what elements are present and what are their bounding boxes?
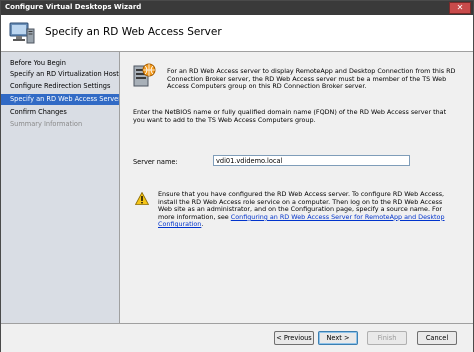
close-button[interactable]: ✕ <box>449 2 471 14</box>
next-button[interactable]: Next > <box>318 331 358 345</box>
wizard-steps-sidebar: Before You Begin Specify an RD Virtualiz… <box>1 52 120 323</box>
wizard-footer: < Previous Next > Finish Cancel <box>1 323 473 352</box>
wizard-computer-icon <box>9 22 35 44</box>
step-specify-rd-virtualization-host[interactable]: Specify an RD Virtualization Host ... <box>1 69 119 80</box>
warning-tail: . <box>201 220 204 229</box>
warning-icon <box>135 192 149 205</box>
description-text: For an RD Web Access server to display R… <box>167 67 456 91</box>
server-name-input[interactable] <box>213 155 410 166</box>
cancel-button[interactable]: Cancel <box>417 331 457 345</box>
step-before-you-begin[interactable]: Before You Begin <box>1 58 119 69</box>
page-title: Specify an RD Web Access Server <box>45 26 222 38</box>
web-access-server-icon <box>133 63 156 87</box>
previous-button[interactable]: < Previous <box>274 331 314 345</box>
step-summary-information: Summary Information <box>10 120 83 128</box>
netbios-prompt: Enter the NetBIOS name or fully qualifie… <box>133 108 447 124</box>
title-bar: Configure Virtual Desktops Wizard ✕ <box>1 1 473 15</box>
server-name-label: Server name: <box>133 158 178 166</box>
close-icon: ✕ <box>456 3 464 12</box>
finish-button: Finish <box>367 331 407 345</box>
wizard-header: Specify an RD Web Access Server <box>1 15 473 52</box>
step-specify-rd-web-access-server[interactable]: Specify an RD Web Access Server <box>1 94 119 105</box>
wizard-window: Configure Virtual Desktops Wizard ✕ Spec… <box>0 0 474 352</box>
window-title: Configure Virtual Desktops Wizard <box>5 3 142 11</box>
step-configure-redirection-settings[interactable]: Configure Redirection Settings <box>1 81 119 92</box>
warning-message: Ensure that you have configured the RD W… <box>158 190 450 229</box>
step-confirm-changes[interactable]: Confirm Changes <box>1 107 119 118</box>
main-panel: For an RD Web Access server to display R… <box>120 52 473 323</box>
